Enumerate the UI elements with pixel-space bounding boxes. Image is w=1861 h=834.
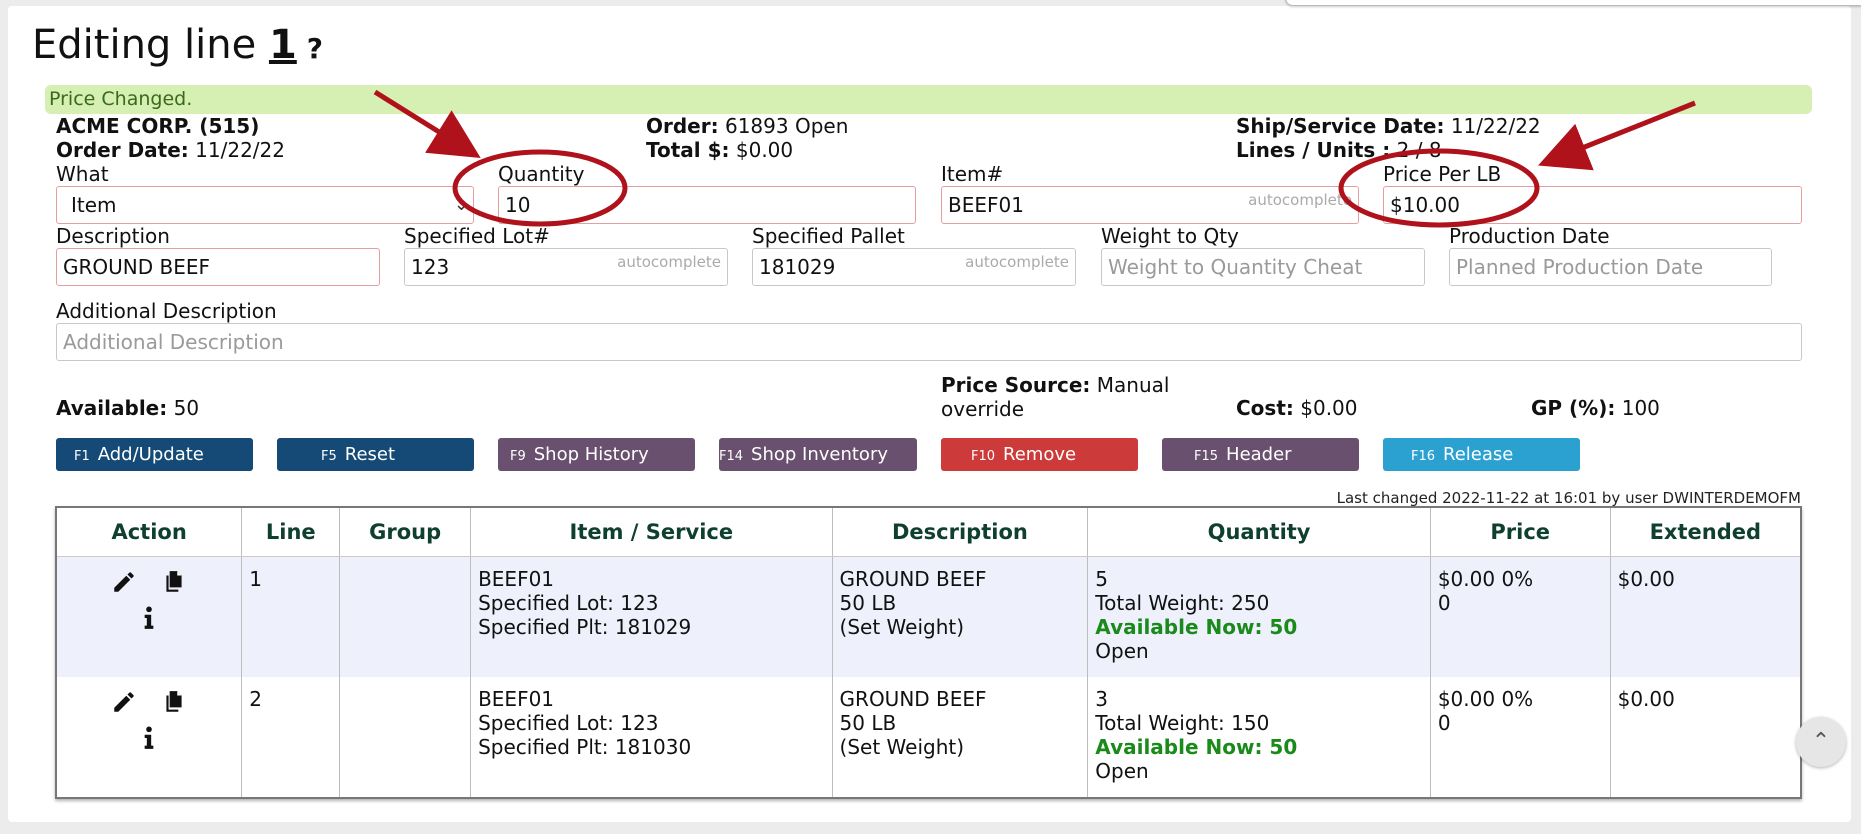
lot-input[interactable]: 123 autocomplete	[404, 248, 728, 286]
action-cell	[56, 677, 243, 798]
quantity-cell: 5 Total Weight: 250 Available Now: 50 Op…	[1087, 556, 1431, 677]
reset-button[interactable]: F5 Reset	[277, 438, 474, 471]
column-header: Quantity	[1087, 507, 1431, 557]
help-icon[interactable]: ?	[307, 32, 323, 65]
action-cell	[56, 556, 243, 677]
status-text: Open	[1095, 759, 1149, 783]
ship-info: Ship/Service Date: 11/22/22 Lines / Unit…	[1236, 114, 1541, 162]
available-value: 50	[173, 396, 200, 420]
shop-inventory-button[interactable]: F14 Shop Inventory	[719, 438, 917, 471]
description-label: Description	[56, 224, 170, 248]
column-header: Line	[241, 507, 341, 557]
additional-description-label: Additional Description	[56, 299, 277, 323]
description-input[interactable]: GROUND BEEF	[56, 248, 380, 286]
weight-input[interactable]: Weight to Quantity Cheat	[1101, 248, 1425, 286]
order-date: 11/22/22	[195, 138, 285, 162]
info-icon[interactable]	[136, 605, 162, 631]
table-row: 1 BEEF01 Specified Lot: 123 Specified Pl…	[56, 556, 1802, 677]
pallet-label: Specified Pallet	[752, 224, 905, 248]
price-label: Price Per LB	[1383, 162, 1502, 186]
price-changed-alert: Price Changed.	[45, 85, 1812, 114]
lines-units: 2 / 8	[1396, 138, 1442, 162]
price-cell: $0.00 0% 0	[1430, 677, 1611, 798]
last-changed-note: Last changed 2022-11-22 at 16:01 by user…	[1336, 489, 1801, 507]
customer-name: ACME CORP. (515)	[56, 114, 260, 138]
order-total: $0.00	[735, 138, 794, 162]
gp-summary: GP (%): 100	[1531, 396, 1660, 420]
copy-icon[interactable]	[161, 569, 187, 595]
item-label: Item#	[941, 162, 1004, 186]
autocomplete-hint: autocomplete	[1248, 191, 1352, 209]
pallet-input[interactable]: 181029 autocomplete	[752, 248, 1076, 286]
chevron-up-icon: ⌃	[1811, 729, 1831, 754]
pencil-icon[interactable]	[111, 569, 137, 595]
extended-cell: $0.00	[1610, 677, 1802, 798]
available-summary: Available: 50	[56, 396, 200, 420]
column-header: Action	[56, 507, 243, 557]
copy-icon[interactable]	[161, 689, 187, 715]
header-button[interactable]: F15 Header	[1162, 438, 1359, 471]
line-cell: 1	[241, 556, 341, 677]
customer-info: ACME CORP. (515) Order Date: 11/22/22	[56, 114, 285, 162]
autocomplete-hint: autocomplete	[617, 253, 721, 271]
popup-edge	[1285, 0, 1861, 6]
available-now: Available Now: 50	[1095, 615, 1298, 639]
add-update-button[interactable]: F1 Add/Update	[56, 438, 253, 471]
description-cell: GROUND BEEF 50 LB (Set Weight)	[832, 556, 1089, 677]
ship-date: 11/22/22	[1450, 114, 1541, 138]
release-button[interactable]: F16 Release	[1383, 438, 1580, 471]
table-header-row: Action Line Group Item / Service Descrip…	[56, 507, 1802, 557]
status-text: Open	[1095, 639, 1149, 663]
column-header: Extended	[1610, 507, 1802, 557]
what-select[interactable]: Item ⌄	[56, 186, 474, 224]
cost-value: $0.00	[1300, 396, 1358, 420]
extended-cell: $0.00	[1610, 556, 1802, 677]
description-cell: GROUND BEEF 50 LB (Set Weight)	[832, 677, 1089, 798]
quantity-label: Quantity	[498, 162, 585, 186]
what-label: What	[56, 162, 109, 186]
production-date-input[interactable]: Planned Production Date	[1449, 248, 1772, 286]
scroll-to-top-button[interactable]: ⌃	[1796, 717, 1846, 767]
gp-value: 100	[1621, 396, 1660, 420]
column-header: Item / Service	[470, 507, 833, 557]
available-now: Available Now: 50	[1095, 735, 1298, 759]
remove-button[interactable]: F10 Remove	[941, 438, 1138, 471]
lot-label: Specified Lot#	[404, 224, 550, 248]
price-cell: $0.00 0% 0	[1430, 556, 1611, 677]
quantity-cell: 3 Total Weight: 150 Available Now: 50 Op…	[1087, 677, 1431, 798]
group-cell	[339, 677, 472, 798]
order-number: 61893 Open	[724, 114, 849, 138]
page-title: Editing line 1?	[32, 22, 323, 68]
item-cell: BEEF01 Specified Lot: 123 Specified Plt:…	[470, 556, 833, 677]
order-lines-table: Action Line Group Item / Service Descrip…	[55, 506, 1802, 799]
item-input[interactable]: BEEF01 autocomplete	[941, 186, 1359, 224]
price-source: Price Source: Manual override	[941, 373, 1170, 421]
quantity-input[interactable]: 10	[498, 186, 916, 224]
production-label: Production Date	[1449, 224, 1610, 248]
column-header: Price	[1430, 507, 1611, 557]
cost-summary: Cost: $0.00	[1236, 396, 1358, 420]
chevron-down-icon: ⌄	[453, 194, 469, 215]
line-cell: 2	[241, 677, 341, 798]
shop-history-button[interactable]: F9 Shop History	[498, 438, 695, 471]
column-header: Description	[832, 507, 1089, 557]
line-number-link[interactable]: 1	[269, 22, 297, 68]
additional-description-input[interactable]: Additional Description	[56, 323, 1802, 361]
order-info: Order: 61893 Open Total $: $0.00	[646, 114, 849, 162]
column-header: Group	[339, 507, 472, 557]
price-input[interactable]: $10.00	[1383, 186, 1802, 224]
info-icon[interactable]	[136, 725, 162, 751]
autocomplete-hint: autocomplete	[965, 253, 1069, 271]
pencil-icon[interactable]	[111, 689, 137, 715]
weight-label: Weight to Qty	[1101, 224, 1239, 248]
title-prefix: Editing line	[32, 22, 257, 68]
table-row: 2 BEEF01 Specified Lot: 123 Specified Pl…	[56, 677, 1802, 798]
item-cell: BEEF01 Specified Lot: 123 Specified Plt:…	[470, 677, 833, 798]
group-cell	[339, 556, 472, 677]
